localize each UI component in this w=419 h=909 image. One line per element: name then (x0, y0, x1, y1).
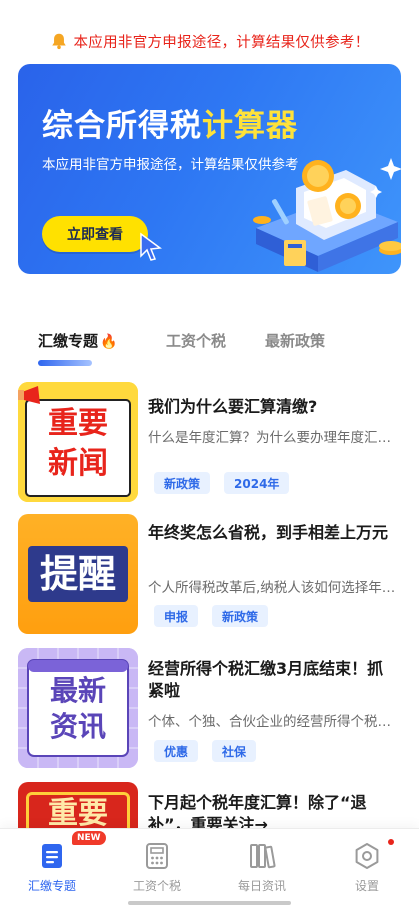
tag: 新政策 (212, 605, 269, 627)
bell-icon (51, 33, 66, 50)
news-thumbnail: 最新 资讯 (18, 648, 138, 768)
settings-icon (355, 843, 379, 869)
fire-icon: 🔥 (100, 334, 118, 350)
thumbnail-text: 资讯 (49, 710, 106, 743)
calculator-illustration (253, 158, 401, 272)
news-title: 下月起个税年度汇算！除了“退补”，重要关注→ (148, 793, 367, 828)
news-title: 经营所得个税汇缴3月底结束！抓紧啦 (148, 659, 384, 700)
nav-label: 汇缴专题 (27, 879, 76, 893)
bottom-nav: 汇缴专题 NEW 工资个税 每日资讯 设置 (0, 828, 419, 909)
nav-label: 工资个税 (132, 879, 181, 893)
nav-item-filing-topics[interactable]: 汇缴专题 (12, 841, 92, 894)
news-tags: 申报 新政策 (154, 605, 269, 627)
news-tags: 新政策 2024年 (154, 472, 290, 494)
calculator-icon (146, 843, 168, 869)
news-thumbnail: 重要 (18, 782, 138, 828)
nav-label: 每日资讯 (237, 879, 286, 893)
list-item[interactable]: 提醒 年终奖怎么省税，到手相差上万元 个人所得税改革后,纳税人该如何选择年终奖 … (0, 512, 419, 636)
nav-item-daily-news[interactable]: 每日资讯 (222, 841, 302, 894)
tab-latest-policy[interactable]: 最新政策 (265, 330, 325, 351)
thumbnail-text: 提醒 (39, 552, 116, 596)
view-now-button[interactable]: 立即查看 (42, 216, 148, 252)
news-tags: 优惠 社保 (154, 740, 257, 762)
books-icon (250, 844, 276, 869)
banner-title-highlight: 计算器 (202, 108, 298, 144)
list-item[interactable]: 最新 资讯 经营所得个税汇缴3月底结束！抓紧啦 个体、个独、合伙企业的经营所得个… (0, 646, 419, 770)
tag: 优惠 (154, 740, 199, 762)
new-badge: NEW (72, 831, 106, 845)
tag: 2024年 (224, 472, 290, 494)
calculator-banner[interactable]: 综合所得税计算器 本应用非官方申报途径，计算结果仅供参考 立即查看 (18, 64, 401, 274)
news-summary: 个体、个独、合伙企业的经营所得个税汇缴 (148, 714, 398, 730)
active-tab-indicator (38, 360, 92, 366)
list-item[interactable]: 重要 下月起个税年度汇算！除了“退补”，重要关注→ (0, 780, 419, 828)
notice-text: 本应用非官方申报途径，计算结果仅供参考！ (73, 34, 370, 51)
news-title: 我们为什么要汇算清缴? (148, 397, 318, 416)
nav-item-settings[interactable]: 设置 (327, 841, 407, 894)
tag: 社保 (212, 740, 257, 762)
thumbnail-text: 重要 (48, 796, 108, 828)
thumbnail-text: 最新 (49, 674, 106, 707)
news-thumbnail: 提醒 (18, 514, 138, 634)
grid-pattern (18, 648, 138, 768)
news-summary: 什么是年度汇算？为什么要办理年度汇算? (148, 430, 398, 446)
cursor-icon (140, 232, 162, 261)
thumbnail-text: 重要 (48, 406, 108, 441)
tag: 申报 (154, 605, 199, 627)
tag: 新政策 (154, 472, 211, 494)
document-icon (42, 844, 62, 868)
home-indicator (128, 901, 291, 905)
news-title: 年终奖怎么省税，到手相差上万元 (148, 523, 389, 542)
banner-title: 综合所得税计算器 (42, 108, 298, 144)
news-thumbnail: 重要 新闻 (18, 382, 138, 502)
nav-label: 设置 (354, 879, 379, 893)
news-summary: 个人所得税改革后,纳税人该如何选择年终奖 (148, 580, 398, 596)
tab-filing-topics[interactable]: 汇缴专题 🔥 (38, 330, 117, 351)
list-item[interactable]: 重要 新闻 我们为什么要汇算清缴? 什么是年度汇算？为什么要办理年度汇算? 新政… (0, 380, 419, 504)
notice-bar: 本应用非官方申报途径，计算结果仅供参考！ (0, 24, 419, 58)
nav-item-salary-tax[interactable]: 工资个税 (117, 841, 197, 894)
topic-tabs: 汇缴专题 🔥 工资个税 最新政策 (0, 322, 419, 362)
tab-salary-tax[interactable]: 工资个税 (166, 330, 226, 351)
thumbnail-text: 新闻 (48, 446, 108, 481)
megaphone-icon (18, 382, 138, 502)
notification-dot (388, 839, 394, 845)
